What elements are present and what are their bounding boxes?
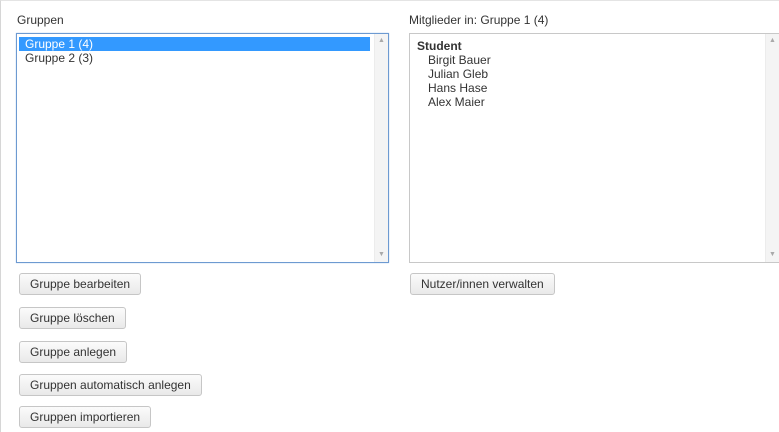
members-label: Mitglieder in: Gruppe 1 (4) xyxy=(409,13,549,27)
page-frame: Gruppen Mitglieder in: Gruppe 1 (4) Grup… xyxy=(0,0,779,432)
groups-label: Gruppen xyxy=(17,13,64,27)
members-options: Student Birgit Bauer Julian Gleb Hans Ha… xyxy=(410,34,765,262)
members-listbox[interactable]: Student Birgit Bauer Julian Gleb Hans Ha… xyxy=(409,33,779,263)
group-option-2[interactable]: Gruppe 2 (3) xyxy=(19,51,370,65)
member-option[interactable]: Julian Gleb xyxy=(428,67,765,81)
groups-options: Gruppe 1 (4) Gruppe 2 (3) xyxy=(17,34,374,262)
auto-create-groups-button[interactable]: Gruppen automatisch anlegen xyxy=(19,374,202,396)
create-group-button[interactable]: Gruppe anlegen xyxy=(19,341,128,363)
import-groups-button[interactable]: Gruppen importieren xyxy=(19,406,152,428)
group-option-1[interactable]: Gruppe 1 (4) xyxy=(19,37,370,51)
scroll-up-arrow-icon[interactable]: ▲ xyxy=(766,34,779,48)
groups-listbox[interactable]: Gruppe 1 (4) Gruppe 2 (3) ▲ ▼ xyxy=(16,33,389,263)
manage-users-button[interactable]: Nutzer/innen verwalten xyxy=(410,273,555,295)
member-option[interactable]: Birgit Bauer xyxy=(428,53,765,67)
member-option[interactable]: Hans Hase xyxy=(428,81,765,95)
scroll-down-arrow-icon[interactable]: ▼ xyxy=(766,248,779,262)
role-heading-student: Student xyxy=(417,39,462,53)
scroll-down-arrow-icon[interactable]: ▼ xyxy=(375,248,388,262)
groups-scrollbar[interactable]: ▲ ▼ xyxy=(374,34,388,262)
delete-group-button[interactable]: Gruppe löschen xyxy=(19,307,126,329)
members-scrollbar[interactable]: ▲ ▼ xyxy=(765,34,779,262)
member-option[interactable]: Alex Maier xyxy=(428,95,765,109)
scroll-up-arrow-icon[interactable]: ▲ xyxy=(375,34,388,48)
edit-group-button[interactable]: Gruppe bearbeiten xyxy=(19,273,142,295)
